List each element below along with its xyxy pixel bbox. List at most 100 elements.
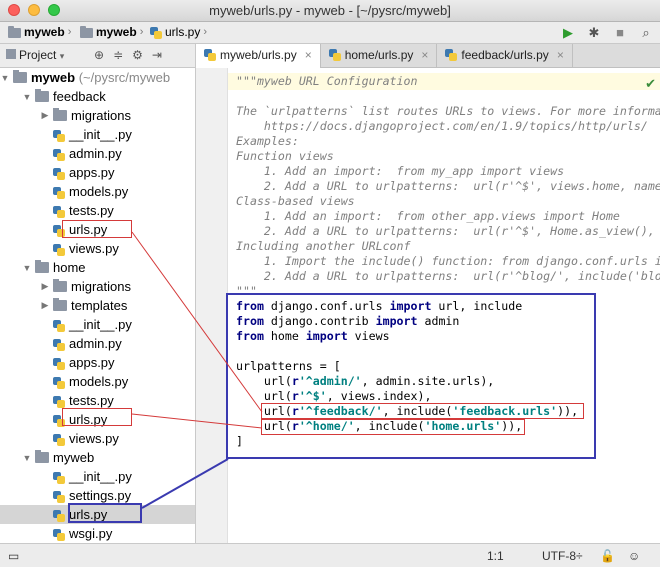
python-file-icon bbox=[53, 471, 65, 484]
docstring-line: Examples: bbox=[236, 134, 299, 148]
tree-item-label: home bbox=[53, 260, 86, 275]
tree-item[interactable]: settings.py bbox=[0, 486, 195, 505]
tree-item[interactable]: wsgi.py bbox=[0, 524, 195, 543]
tree-item[interactable]: __init__.py bbox=[0, 125, 195, 144]
docstring-line: """ bbox=[236, 284, 257, 298]
stop-icon[interactable]: ■ bbox=[612, 25, 628, 41]
tree-item-label: urls.py bbox=[69, 507, 108, 522]
status-bar: ▭ 1:1 UTF-8÷ 🔓 ☺ bbox=[0, 543, 660, 567]
folder-icon bbox=[53, 279, 67, 292]
close-icon[interactable]: × bbox=[421, 48, 428, 68]
tree-item-label: admin.py bbox=[69, 336, 122, 351]
code-line-close: ] bbox=[236, 434, 243, 448]
python-file-icon bbox=[328, 49, 341, 61]
tree-item-label: models.py bbox=[69, 184, 129, 199]
tree-item[interactable]: urls.py bbox=[0, 410, 195, 429]
run-icon[interactable]: ▶ bbox=[560, 25, 576, 41]
python-file-icon bbox=[53, 357, 65, 370]
code-line-import1: from django.conf.urls import url, includ… bbox=[236, 299, 523, 313]
python-file-icon bbox=[53, 243, 65, 256]
project-label: Project bbox=[19, 48, 57, 62]
code-editor[interactable]: ✔ """myweb URL Configuration The `urlpatt… bbox=[228, 68, 660, 543]
caret-position[interactable]: 1:1 bbox=[487, 549, 504, 563]
chevron-right-icon: › bbox=[203, 26, 208, 38]
inspector-icon[interactable]: ☺ bbox=[628, 549, 640, 563]
tab-home-urls[interactable]: home/urls.py × bbox=[321, 44, 438, 68]
editor-tabs: myweb/urls.py × home/urls.py × feedback/… bbox=[196, 44, 660, 68]
breadcrumb-item-1[interactable]: myweb › bbox=[8, 25, 71, 39]
debug-icon[interactable]: ✱ bbox=[586, 25, 602, 41]
close-icon[interactable]: × bbox=[305, 48, 312, 68]
docstring-line: Including another URLconf bbox=[236, 239, 411, 253]
expand-arrow-icon[interactable]: ▼ bbox=[22, 453, 32, 463]
tree-item-label: __init__.py bbox=[69, 127, 132, 142]
tree-item-label: templates bbox=[71, 298, 128, 313]
tree-item[interactable]: ▶ migrations bbox=[0, 277, 195, 296]
tree-item-label: feedback bbox=[53, 89, 106, 104]
expand-arrow-icon[interactable]: ▶ bbox=[40, 281, 50, 292]
tree-item[interactable]: admin.py bbox=[0, 144, 195, 163]
python-file-icon bbox=[150, 27, 162, 39]
tool-window-icon[interactable]: ▭ bbox=[8, 549, 19, 563]
tab-feedback-urls[interactable]: feedback/urls.py × bbox=[437, 44, 573, 68]
tree-item[interactable]: apps.py bbox=[0, 353, 195, 372]
collapse-icon[interactable]: ≑ bbox=[113, 48, 123, 62]
docstring-line: https://docs.djangoproject.com/en/1.9/to… bbox=[236, 119, 648, 133]
docstring-line: Class-based views bbox=[236, 194, 355, 208]
tree-item[interactable]: urls.py bbox=[0, 220, 195, 239]
expand-arrow-icon[interactable]: ▼ bbox=[22, 92, 32, 102]
tree-item[interactable]: tests.py bbox=[0, 391, 195, 410]
tree-item[interactable]: ▼ home bbox=[0, 258, 195, 277]
expand-arrow-icon[interactable]: ▶ bbox=[40, 300, 50, 311]
close-icon[interactable]: × bbox=[557, 48, 564, 68]
tree-root[interactable]: ▼ myweb (~/pysrc/myweb bbox=[0, 68, 195, 87]
folder-icon bbox=[35, 89, 49, 102]
folder-icon bbox=[53, 108, 67, 121]
search-icon[interactable]: ⌕ bbox=[638, 25, 654, 41]
python-file-icon bbox=[53, 186, 65, 199]
tree-item-label: __init__.py bbox=[69, 317, 132, 332]
target-icon[interactable]: ⊕ bbox=[94, 48, 104, 62]
lock-icon[interactable]: 🔓 bbox=[600, 549, 615, 563]
settings-icon[interactable]: ⚙ bbox=[132, 48, 143, 62]
expand-arrow-icon[interactable]: ▼ bbox=[22, 263, 32, 273]
tree-item[interactable]: ▼ feedback bbox=[0, 87, 195, 106]
tree-item[interactable]: __init__.py bbox=[0, 467, 195, 486]
tab-label: home/urls.py bbox=[344, 48, 414, 62]
tab-myweb-urls[interactable]: myweb/urls.py × bbox=[196, 44, 321, 68]
python-file-icon bbox=[53, 414, 65, 427]
tree-item[interactable]: ▼ myweb bbox=[0, 448, 195, 467]
python-file-icon bbox=[53, 528, 65, 541]
tree-item-label: apps.py bbox=[69, 355, 115, 370]
expand-arrow-icon[interactable]: ▼ bbox=[0, 73, 10, 83]
python-file-icon bbox=[53, 338, 65, 351]
python-file-icon bbox=[53, 129, 65, 142]
expand-arrow-icon[interactable]: ▶ bbox=[40, 110, 50, 121]
tree-item[interactable]: views.py bbox=[0, 239, 195, 258]
breadcrumb-item-2[interactable]: myweb › bbox=[80, 25, 143, 39]
code-line-urlpatterns: urlpatterns = [ bbox=[236, 359, 341, 373]
tree-item-label: migrations bbox=[71, 279, 131, 294]
tree-item[interactable]: views.py bbox=[0, 429, 195, 448]
tree-item[interactable]: ▶ migrations bbox=[0, 106, 195, 125]
tree-item-label: views.py bbox=[69, 241, 119, 256]
tree-item[interactable]: apps.py bbox=[0, 163, 195, 182]
hide-icon[interactable]: ⇥ bbox=[152, 48, 162, 62]
python-file-icon bbox=[53, 167, 65, 180]
tree-item[interactable]: models.py bbox=[0, 372, 195, 391]
project-view-selector[interactable]: Project ▾ bbox=[6, 48, 64, 62]
tree-item-label: wsgi.py bbox=[69, 526, 113, 541]
file-encoding[interactable]: UTF-8÷ bbox=[542, 549, 583, 563]
tree-item-label: tests.py bbox=[69, 393, 114, 408]
tree-item[interactable]: urls.py bbox=[0, 505, 195, 524]
tree-item[interactable]: ▶ templates bbox=[0, 296, 195, 315]
editor-gutter bbox=[196, 68, 228, 543]
tree-item[interactable]: __init__.py bbox=[0, 315, 195, 334]
tab-label: myweb/urls.py bbox=[220, 48, 297, 62]
docstring-line: The `urlpatterns` list routes URLs to vi… bbox=[236, 104, 660, 118]
tree-item[interactable]: models.py bbox=[0, 182, 195, 201]
tree-item[interactable]: tests.py bbox=[0, 201, 195, 220]
tree-item[interactable]: admin.py bbox=[0, 334, 195, 353]
breadcrumb-item-3[interactable]: urls.py › bbox=[150, 25, 207, 39]
tree-item-label: __init__.py bbox=[69, 469, 132, 484]
